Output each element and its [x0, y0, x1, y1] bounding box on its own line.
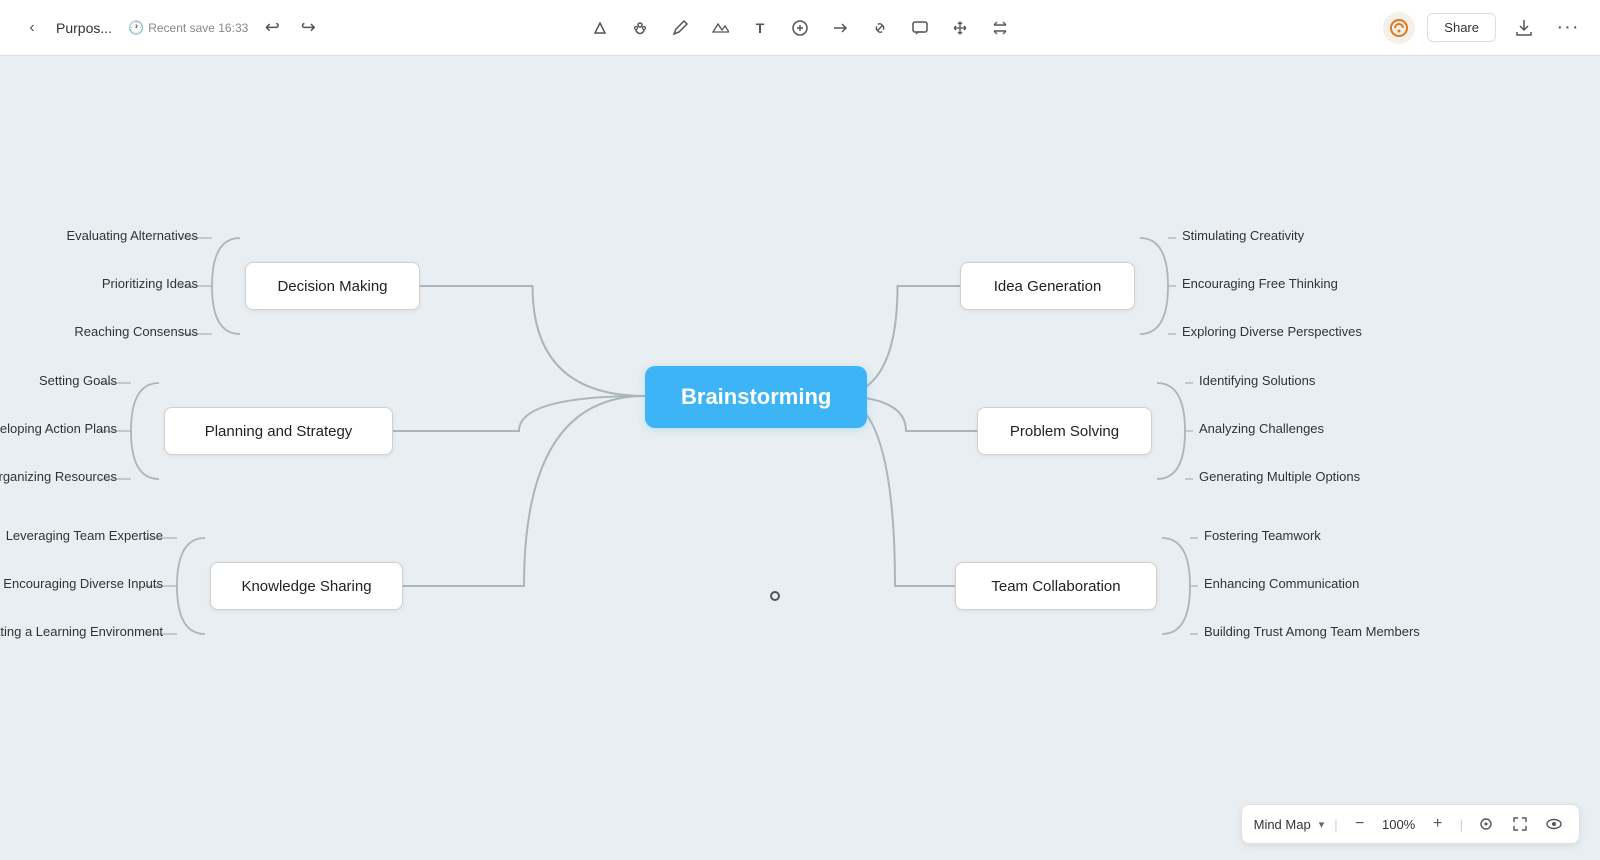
preview-button[interactable]: [1541, 811, 1567, 837]
zoom-level: 100%: [1380, 817, 1418, 832]
share-button[interactable]: Share: [1427, 13, 1496, 42]
cursor: [770, 591, 780, 601]
undo-redo-group: ↩ ↪: [256, 12, 324, 44]
branch-node-team-collaboration[interactable]: Team Collaboration: [955, 562, 1157, 610]
branch-node-knowledge-sharing[interactable]: Knowledge Sharing: [210, 562, 403, 610]
app-logo: [1383, 12, 1415, 44]
toolbar-text[interactable]: T: [742, 10, 778, 46]
zoom-in-button[interactable]: +: [1426, 812, 1450, 836]
branch-node-problem-solving[interactable]: Problem Solving: [977, 407, 1152, 455]
leaf-node: Evaluating Alternatives: [66, 228, 198, 243]
toolbar-link[interactable]: [862, 10, 898, 46]
leaf-node: Developing Action Plans: [0, 421, 117, 436]
center-node[interactable]: Brainstorming: [645, 366, 867, 428]
branch-node-idea-generation[interactable]: Idea Generation: [960, 262, 1135, 310]
toolbar-shape[interactable]: [702, 10, 738, 46]
toolbar-add[interactable]: [782, 10, 818, 46]
export-button[interactable]: [1508, 12, 1540, 44]
branch-node-planning-strategy[interactable]: Planning and Strategy: [164, 407, 393, 455]
leaf-node: Generating Multiple Options: [1199, 469, 1360, 484]
save-info: 🕐 Recent save 16:33: [128, 20, 248, 36]
toolbar-pen[interactable]: [662, 10, 698, 46]
leaf-node: Cultivating a Learning Environment: [0, 624, 163, 639]
branch-node-decision-making[interactable]: Decision Making: [245, 262, 420, 310]
topbar: ‹ Purpos... 🕐 Recent save 16:33 ↩ ↪ T: [0, 0, 1600, 56]
leaf-node: Setting Goals: [39, 373, 117, 388]
fit-screen-button[interactable]: [1473, 811, 1499, 837]
toolbar-more-tools[interactable]: [982, 10, 1018, 46]
clock-icon: 🕐: [128, 20, 144, 36]
redo-button[interactable]: ↪: [292, 12, 324, 44]
save-text: Recent save 16:33: [148, 21, 248, 35]
toolbar-move[interactable]: [942, 10, 978, 46]
leaf-node: Fostering Teamwork: [1204, 528, 1321, 543]
leaf-node: Building Trust Among Team Members: [1204, 624, 1420, 639]
bottombar: Mind Map ▾ | − 100% + |: [1241, 804, 1580, 844]
leaf-node: Exploring Diverse Perspectives: [1182, 324, 1362, 339]
doc-title: Purpos...: [56, 20, 112, 36]
leaf-node: Leveraging Team Expertise: [6, 528, 163, 543]
leaf-node: Organizing Resources: [0, 469, 117, 484]
toolbar-hand[interactable]: [622, 10, 658, 46]
zoom-out-button[interactable]: −: [1348, 812, 1372, 836]
view-mode-label: Mind Map: [1254, 817, 1311, 832]
leaf-node: Stimulating Creativity: [1182, 228, 1304, 243]
leaf-node: Analyzing Challenges: [1199, 421, 1324, 436]
chevron-down-icon[interactable]: ▾: [1319, 818, 1325, 831]
more-menu-button[interactable]: ···: [1552, 12, 1584, 44]
fullscreen-button[interactable]: [1507, 811, 1533, 837]
mindmap-container: Brainstorming Decision Making Evaluating A…: [0, 56, 1600, 860]
leaf-node: Encouraging Diverse Inputs: [3, 576, 163, 591]
topbar-right: Share ···: [1383, 12, 1584, 44]
toolbar-select[interactable]: [582, 10, 618, 46]
back-button[interactable]: ‹: [16, 12, 48, 44]
leaf-node: Prioritizing Ideas: [102, 276, 198, 291]
canvas[interactable]: Brainstorming Decision Making Evaluating A…: [0, 56, 1600, 860]
toolbar-center: T: [582, 10, 1018, 46]
leaf-node: Enhancing Communication: [1204, 576, 1359, 591]
leaf-node: Encouraging Free Thinking: [1182, 276, 1338, 291]
toolbar-arrow[interactable]: [822, 10, 858, 46]
toolbar-comment[interactable]: [902, 10, 938, 46]
leaf-node: Identifying Solutions: [1199, 373, 1315, 388]
leaf-node: Reaching Consensus: [74, 324, 198, 339]
undo-button[interactable]: ↩: [256, 12, 288, 44]
